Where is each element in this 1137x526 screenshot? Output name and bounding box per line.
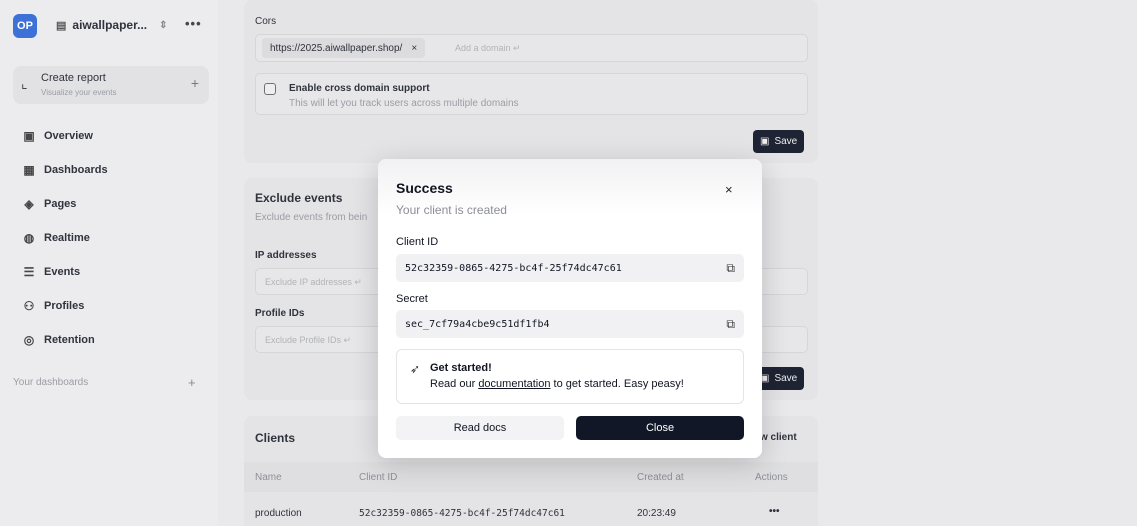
modal-subtitle: Your client is created <box>396 203 507 217</box>
tip-suffix: to get started. Easy peasy! <box>550 378 684 390</box>
client-id-field: 52c32359-0865-4275-bc4f-25f74dc47c61 ⧉ <box>396 254 744 282</box>
modal-title: Success <box>396 180 453 196</box>
copy-icon[interactable]: ⧉ <box>726 261 735 276</box>
get-started-tip: ➶ Get started! Read our documentation to… <box>396 349 744 404</box>
rocket-icon: ➶ <box>410 362 421 376</box>
close-icon[interactable]: × <box>725 182 733 197</box>
client-id-value: 52c32359-0865-4275-bc4f-25f74dc47c61 <box>405 263 622 274</box>
tip-title: Get started! <box>430 362 492 374</box>
close-button[interactable]: Close <box>576 416 744 440</box>
secret-field: sec_7cf79a4cbe9c51df1fb4 ⧉ <box>396 310 744 338</box>
read-docs-button[interactable]: Read docs <box>396 416 564 440</box>
tip-prefix: Read our <box>430 378 479 390</box>
success-modal: Success Your client is created × Client … <box>378 159 762 458</box>
secret-label: Secret <box>396 293 428 305</box>
tip-text: Read our documentation to get started. E… <box>430 378 684 390</box>
client-id-label: Client ID <box>396 236 439 248</box>
secret-value: sec_7cf79a4cbe9c51df1fb4 <box>405 319 550 330</box>
copy-icon[interactable]: ⧉ <box>726 317 735 332</box>
documentation-link[interactable]: documentation <box>478 378 550 390</box>
